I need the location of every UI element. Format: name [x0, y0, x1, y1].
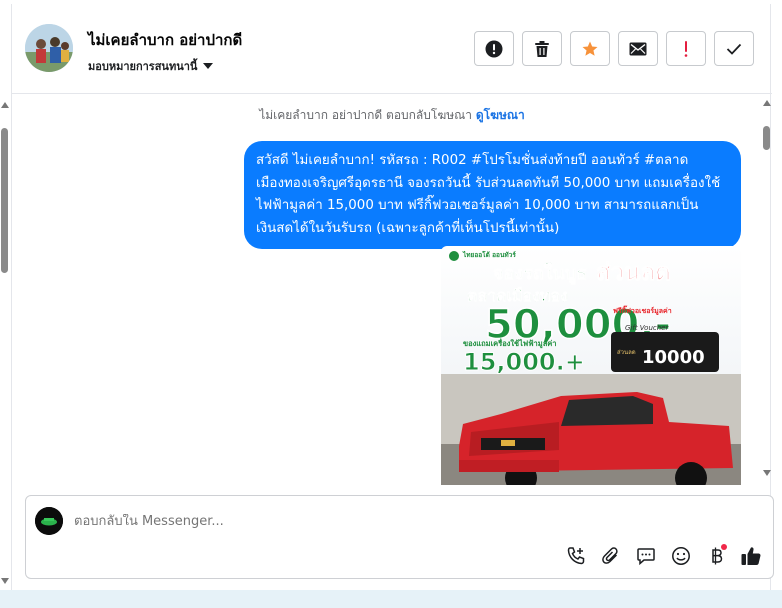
contact-name[interactable]: ไม่เคยลำบาก อย่าปากดี: [88, 28, 242, 52]
scroll-down-arrow[interactable]: [763, 470, 771, 476]
like-button[interactable]: [739, 544, 763, 568]
paperclip-icon: [602, 547, 618, 564]
mark-spam-button[interactable]: [474, 31, 514, 66]
call-add-icon: [567, 547, 585, 565]
exclamation-icon: [684, 40, 688, 57]
conversation-header: ไม่เคยลำบาก อย่าปากดี มอบหมายการสนทนานี้: [12, 4, 772, 94]
conversation-panel: ไม่เคยลำบาก อย่าปากดี มอบหมายการสนทนานี้: [11, 4, 774, 592]
emoji-icon: [672, 547, 690, 565]
reply-input[interactable]: [74, 514, 674, 529]
ad-image[interactable]: ไทยออโต้ ออนทัวร์ จองรถในบูธ ส่วนลด ตลาด…: [441, 246, 741, 485]
trash-icon: [535, 40, 549, 57]
assign-conversation-dropdown[interactable]: มอบหมายการสนทนานี้: [88, 57, 214, 75]
star-button[interactable]: [570, 31, 610, 66]
ad-voucher-label: ฟรีกิ๊ฟวอเชอร์มูลค่า: [613, 305, 672, 316]
ad-headline-1: จองรถในบูธ: [493, 262, 587, 285]
chevron-down-icon: [203, 63, 214, 69]
scroll-up-arrow[interactable]: [763, 100, 771, 106]
chat-bubble-icon: [637, 548, 655, 566]
saved-replies-button[interactable]: [634, 544, 658, 568]
ad-voucher-small: ส่วนลด: [617, 349, 636, 356]
checkmark-icon: [726, 43, 742, 55]
page-scrollbar[interactable]: [0, 96, 10, 586]
payment-button[interactable]: [704, 544, 728, 568]
add-call-button[interactable]: [564, 544, 588, 568]
scroll-up-arrow[interactable]: [1, 102, 9, 108]
ad-reply-notice: ไม่เคยลำบาก อย่าปากดี ตอบกลับโฆษณา ดูโฆษ…: [12, 106, 772, 125]
avatar[interactable]: [25, 24, 73, 72]
emoji-button[interactable]: [669, 544, 693, 568]
follow-up-button[interactable]: [666, 31, 706, 66]
star-icon: [582, 41, 598, 56]
message-bubble: สวัสดี ไม่เคยลำบาก! รหัสรถ : R002 #โปรโม…: [244, 141, 741, 249]
mark-done-button[interactable]: [714, 31, 754, 66]
reply-composer: [25, 495, 774, 579]
attach-button[interactable]: [599, 544, 623, 568]
delete-button[interactable]: [522, 31, 562, 66]
composer-toolbar: [564, 544, 763, 568]
envelope-icon: [629, 42, 647, 55]
alert-circle-icon: [485, 40, 503, 57]
assign-label: มอบหมายการสนทนานี้: [88, 60, 198, 73]
ad-gift-amount: 15,000.+: [463, 348, 585, 376]
message-thread[interactable]: ไม่เคยลำบาก อย่าปากดี ตอบกลับโฆษณา ดูโฆษ…: [12, 95, 772, 485]
page-avatar: [35, 507, 63, 535]
ad-headline-discount: ส่วนลด: [596, 258, 671, 286]
mark-unread-button[interactable]: [618, 31, 658, 66]
ad-voucher-amount: 10000: [642, 347, 705, 368]
page: ไม่เคยลำบาก อย่าปากดี มอบหมายการสนทนานี้: [0, 0, 782, 608]
thread-scrollbar[interactable]: [762, 96, 772, 480]
ad-reply-text: ไม่เคยลำบาก อย่าปากดี ตอบกลับโฆษณา: [259, 108, 473, 122]
ad-gift-voucher-text: Gift Voucher: [625, 324, 669, 332]
view-ad-link[interactable]: ดูโฆษณา: [476, 108, 525, 122]
ad-logo-text: ไทยออโต้ ออนทัวร์: [462, 250, 516, 259]
scroll-thumb[interactable]: [1, 128, 8, 273]
scroll-thumb[interactable]: [763, 126, 770, 150]
brand-logo-icon: [449, 251, 459, 261]
scroll-down-arrow[interactable]: [1, 578, 9, 584]
notification-dot: [721, 544, 727, 550]
thumbs-up-icon: [741, 547, 761, 565]
page-footer: [0, 590, 782, 608]
header-actions: [474, 31, 754, 66]
